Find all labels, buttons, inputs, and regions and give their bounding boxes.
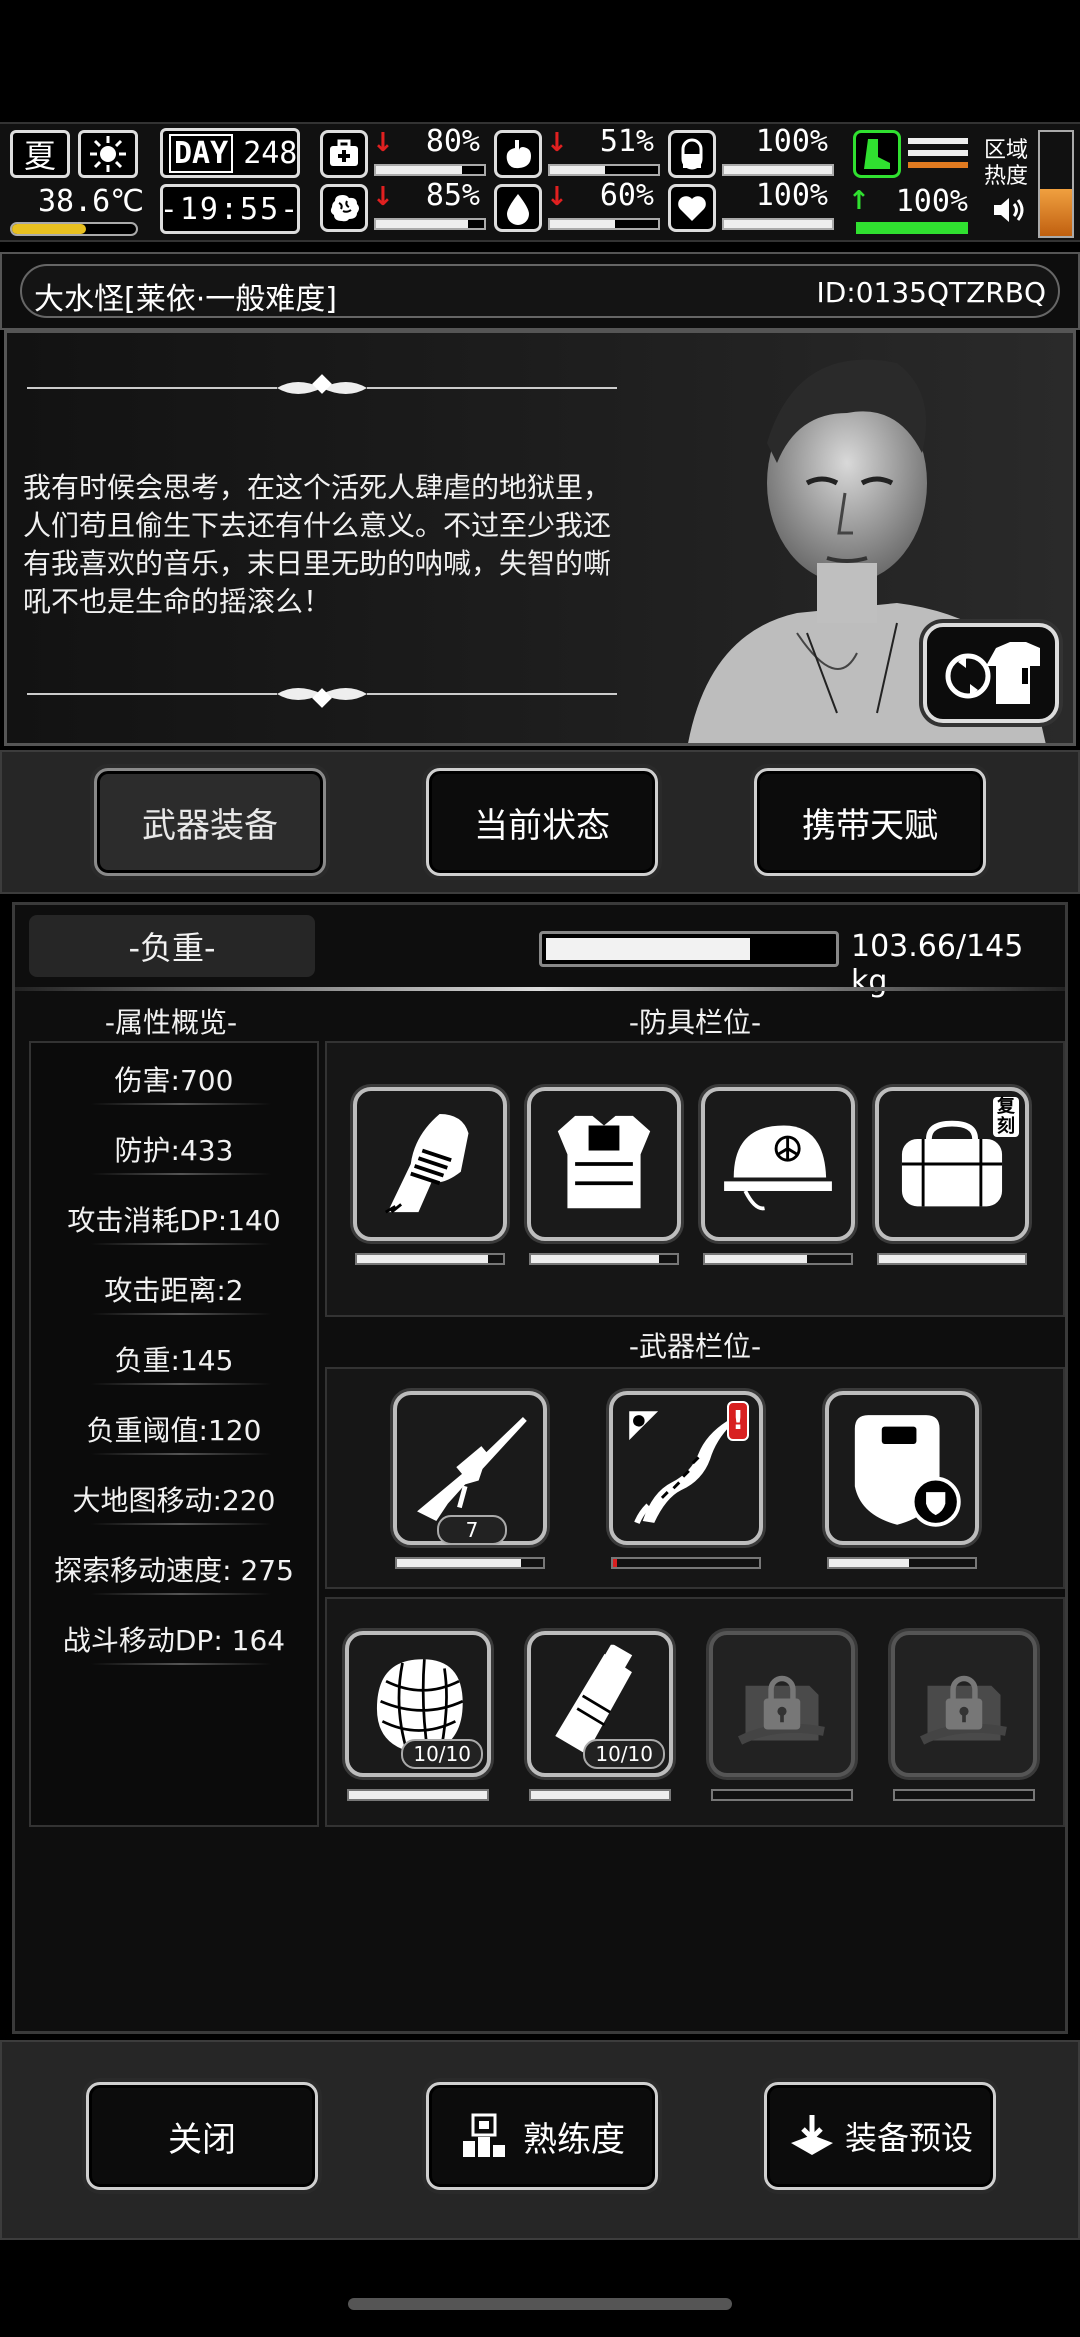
season-badge: 夏	[10, 130, 70, 178]
equipment-preset-button[interactable]: 装备预设	[764, 2082, 996, 2190]
riot-shield-icon	[839, 1405, 964, 1530]
home-indicator	[348, 2298, 732, 2310]
character-name: 大水怪[莱依·一般难度]	[34, 282, 337, 317]
durability-bar	[529, 1789, 671, 1801]
stamina-lines	[908, 138, 968, 174]
day-number: 248	[243, 135, 298, 171]
tab-current-status-label: 当前状态	[474, 805, 610, 846]
armor-slot[interactable]	[701, 1087, 855, 1241]
items-slot[interactable]	[891, 1631, 1037, 1777]
change-outfit-button[interactable]	[923, 623, 1059, 723]
status-bar: 夏 38.6℃ DAY 248 -19:55- ↓ 80% ↓ 51% 100% ↓ 85%…	[0, 122, 1080, 242]
close-button[interactable]: 关闭	[86, 2082, 318, 2190]
body-armor-icon	[546, 1106, 662, 1222]
tab-weapons-equipment-label: 武器装备	[142, 805, 278, 846]
alert-badge: !	[727, 1401, 749, 1441]
stat-value: 100%	[755, 124, 828, 159]
ornament-top	[27, 374, 617, 394]
proficiency-button[interactable]: 熟练度	[426, 2082, 658, 2190]
armor-slot[interactable]	[353, 1087, 507, 1241]
stat-bar	[374, 218, 486, 230]
armor-slot[interactable]: 复刻	[875, 1087, 1029, 1241]
footer-bar: 关闭 熟练度 装备预设	[0, 2040, 1080, 2240]
durability-bar	[703, 1253, 853, 1265]
sniper-rifle-icon	[407, 1405, 532, 1530]
durability-bar	[827, 1557, 977, 1569]
stat-bar	[548, 218, 660, 230]
tab-weapons-equipment[interactable]: 武器装备	[94, 768, 326, 876]
stat-value: 100%	[755, 178, 828, 213]
weapons-slot[interactable]: 7	[393, 1391, 547, 1545]
zone-heat-label: 区域 热度	[984, 138, 1028, 190]
stat-value: 80%	[425, 124, 480, 159]
item-count: 10/10	[583, 1739, 665, 1769]
equipment-panel: -负重- 103.66/145 kg -属性概览- 伤害:700 防护:433 攻击…	[12, 902, 1068, 2034]
boot-icon	[853, 130, 901, 178]
durability-bar	[877, 1253, 1027, 1265]
stamina-bar	[856, 222, 968, 234]
item-count: 10/10	[401, 1739, 483, 1769]
character-quote: 我有时候会思考，在这个活死人肆虐的地狱里，人们苟且偷生下去还有什么意义。不过至少…	[23, 471, 612, 618]
swap-outfit-icon	[945, 642, 1040, 704]
armor-slot[interactable]	[527, 1087, 681, 1241]
stamina-value: 100%	[895, 184, 968, 219]
stat-bar	[374, 164, 486, 176]
ammo-count: 7	[437, 1515, 507, 1545]
tab-carried-talents[interactable]: 携带天赋	[754, 768, 986, 876]
character-portrait-panel: 我有时候会思考，在这个活死人肆虐的地狱里，人们苟且偷生下去还有什么意义。不过至少…	[4, 330, 1076, 746]
helmet-icon	[720, 1106, 836, 1222]
durability-bar	[395, 1557, 545, 1569]
equipment-preset-label: 装备预设	[844, 2119, 973, 2157]
tab-carried-talents-label: 携带天赋	[802, 805, 938, 846]
temperature-bar	[10, 222, 138, 236]
clock-box: -19:55-	[160, 184, 300, 234]
durability-bar	[347, 1789, 489, 1801]
items-slot[interactable]	[709, 1631, 855, 1777]
season-label: 夏	[23, 137, 56, 175]
stat-bar	[722, 164, 834, 176]
stat-value: 60%	[599, 178, 654, 213]
stat-bar	[548, 164, 660, 176]
trophy-podium-icon	[463, 2113, 505, 2157]
weapons-slot[interactable]: !	[609, 1391, 763, 1545]
character-id: ID:0135QTZRBQ	[816, 276, 1046, 309]
zone-heat-line-2: 热度	[984, 164, 1029, 189]
day-box: DAY 248	[160, 128, 300, 178]
items-slot[interactable]: 10/10	[345, 1631, 491, 1777]
ornament-bottom	[27, 688, 617, 708]
weapons-slot[interactable]	[825, 1391, 979, 1545]
locked-slot-icon	[909, 1649, 1019, 1759]
durability-bar	[355, 1253, 505, 1265]
tab-current-status[interactable]: 当前状态	[426, 768, 658, 876]
stat-value: 51%	[599, 124, 654, 159]
day-label: DAY	[169, 133, 234, 173]
gauntlet-icon	[372, 1106, 488, 1222]
durability-bar	[611, 1557, 761, 1569]
items-slot[interactable]: 10/10	[527, 1631, 673, 1777]
zone-heat-line-1: 区域	[984, 138, 1029, 163]
character-header: 大水怪[莱依·一般难度] ID:0135QTZRBQ	[0, 252, 1080, 330]
tab-bar: 武器装备 当前状态 携带天赋	[0, 750, 1080, 894]
clock-value: -19:55-	[159, 191, 301, 227]
locked-slot-icon	[727, 1649, 837, 1759]
speaker-icon[interactable]	[990, 192, 1026, 232]
stat-bar	[722, 218, 834, 230]
proficiency-label: 熟练度	[523, 2119, 625, 2160]
sun-icon	[78, 130, 138, 178]
replica-tag: 复刻	[993, 1097, 1019, 1137]
zone-heat-meter	[1038, 130, 1074, 238]
durability-bar	[529, 1253, 679, 1265]
stat-value: 85%	[425, 178, 480, 213]
durability-bar	[893, 1789, 1035, 1801]
close-label: 关闭	[168, 2119, 236, 2160]
download-preset-icon	[790, 2115, 833, 2155]
slots-layer: 复刻 7! 10/10 10/10	[15, 905, 1065, 1845]
temperature-value: 38.6℃	[38, 184, 144, 219]
durability-bar	[711, 1789, 853, 1801]
